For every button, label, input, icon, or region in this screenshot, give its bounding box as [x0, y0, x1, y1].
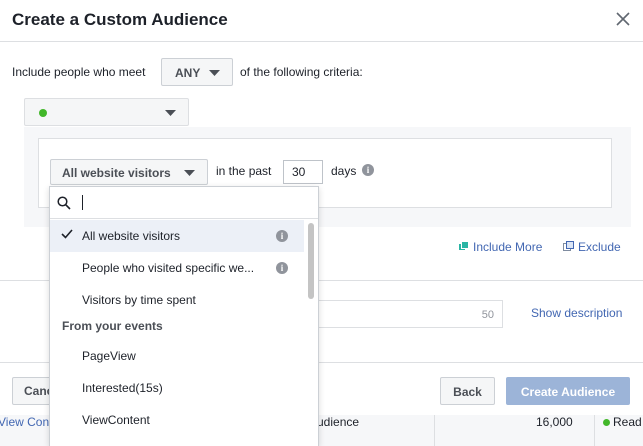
info-icon[interactable]: i: [276, 230, 288, 242]
info-icon[interactable]: i: [276, 262, 288, 274]
include-criteria-row: Include people who meet ANY of the follo…: [12, 58, 632, 86]
include-suffix-text: of the following criteria:: [240, 65, 363, 79]
match-mode-label: ANY: [175, 66, 201, 80]
create-audience-button[interactable]: Create Audience: [506, 377, 630, 405]
menu-item-time-spent[interactable]: Visitors by time spent: [50, 284, 304, 316]
retention-days-input[interactable]: [283, 160, 323, 184]
caret-down-icon: [184, 170, 195, 176]
bg-cell-status: Read: [603, 415, 642, 429]
exclude-icon: [563, 241, 574, 252]
days-label: days: [331, 164, 357, 178]
status-dot-icon: [603, 419, 610, 426]
search-icon: [57, 196, 71, 210]
menu-item-event[interactable]: Interested(15s): [50, 372, 304, 404]
menu-item-label: Visitors by time spent: [82, 293, 196, 307]
menu-item-label: Interested(15s): [82, 381, 163, 395]
menu-item-event[interactable]: ViewContent: [50, 404, 304, 436]
menu-item-label: People who visited specific we...: [82, 261, 255, 275]
audience-name-input[interactable]: 50: [318, 300, 503, 328]
status-dot-icon: [39, 109, 47, 117]
exclude-label: Exclude: [578, 240, 621, 254]
menu-item-label: PageView: [82, 349, 136, 363]
menu-item-specific-pages[interactable]: People who visited specific we... i: [50, 252, 304, 284]
scrollbar-thumb[interactable]: [308, 223, 314, 299]
menu-section-heading: From your events: [50, 316, 304, 340]
include-more-link[interactable]: Include More: [458, 240, 542, 254]
menu-item-label: All website visitors: [82, 229, 181, 243]
menu-item-label: ViewContent: [82, 413, 150, 427]
event-selector-dropdown[interactable]: All website visitors: [50, 159, 208, 185]
bg-cell-name: View Cont: [0, 415, 53, 429]
match-mode-dropdown[interactable]: ANY: [161, 58, 233, 86]
text-cursor: [82, 195, 83, 210]
bg-cell-size: 16,000: [536, 415, 573, 429]
menu-search-box[interactable]: [50, 187, 318, 219]
include-prefix-text: Include people who meet: [12, 65, 146, 79]
menu-item-all-website-visitors[interactable]: All website visitors i: [50, 220, 304, 252]
event-selector-menu: All website visitors i People who visite…: [49, 186, 319, 446]
menu-scrollbar[interactable]: [306, 221, 316, 446]
show-description-link[interactable]: Show description: [531, 306, 622, 320]
include-more-icon: [458, 241, 469, 252]
dialog-header: Create a Custom Audience: [0, 0, 643, 42]
pixel-source-dropdown[interactable]: [24, 98, 189, 126]
exclude-link[interactable]: Exclude: [563, 240, 621, 254]
caret-down-icon: [209, 70, 220, 76]
info-icon[interactable]: i: [362, 164, 374, 176]
character-counter: 50: [481, 309, 494, 321]
dialog-title: Create a Custom Audience: [12, 10, 228, 29]
checkmark-icon: [61, 229, 73, 239]
menu-item-event[interactable]: PageView: [50, 340, 304, 372]
section-title: From your events: [62, 319, 163, 333]
include-more-label: Include More: [473, 240, 543, 254]
bg-cell-status-label: Read: [613, 415, 642, 429]
event-selector-label: All website visitors: [62, 166, 171, 180]
close-button[interactable]: [615, 11, 631, 27]
menu-list: All website visitors i People who visite…: [50, 220, 304, 436]
close-icon: [616, 12, 630, 26]
back-button[interactable]: Back: [440, 377, 495, 405]
caret-down-icon: [165, 110, 176, 116]
in-the-past-label: in the past: [216, 164, 272, 178]
bg-cell-type: udience: [317, 415, 360, 429]
menu-search-input[interactable]: [86, 193, 306, 213]
